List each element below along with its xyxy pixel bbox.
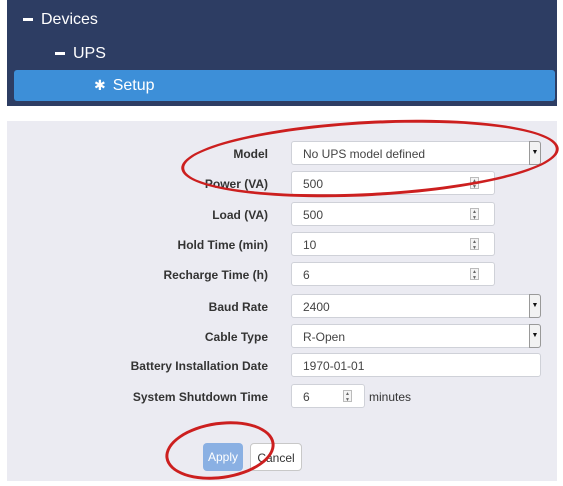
shutdown-time-label: System Shutdown Time	[132, 390, 268, 404]
cable-type-label: Cable Type	[204, 330, 268, 344]
model-label: Model	[233, 147, 268, 161]
recharge-time-input[interactable]: 6 ▲ ▼	[291, 262, 495, 286]
shutdown-time-unit: minutes	[369, 390, 412, 404]
baud-rate-label: Baud Rate	[208, 300, 268, 314]
spinner-icon[interactable]: ▲ ▼	[470, 208, 479, 221]
recharge-time-value: 6	[303, 268, 310, 282]
ups-setup-form: Model No UPS model defined ▼ Power (VA) …	[7, 121, 557, 481]
shutdown-time-input[interactable]: 6 ▲ ▼	[291, 384, 365, 408]
spinner-icon[interactable]: ▲ ▼	[470, 268, 479, 281]
baud-rate-select[interactable]: 2400 ▼	[291, 294, 541, 318]
minus-icon	[23, 18, 33, 21]
nav-item-ups-label: UPS	[73, 44, 106, 62]
battery-date-label: Battery Installation Date	[130, 359, 268, 373]
chevron-down-icon[interactable]: ▼	[529, 141, 541, 165]
nav-item-ups[interactable]: UPS	[7, 38, 557, 69]
hold-time-input[interactable]: 10 ▲ ▼	[291, 232, 495, 256]
model-select[interactable]: No UPS model defined ▼	[291, 141, 541, 165]
chevron-down-icon[interactable]: ▼	[529, 294, 541, 318]
chevron-down-icon[interactable]: ▼	[529, 324, 541, 348]
nav-item-setup-label: Setup	[112, 76, 155, 94]
spinner-icon[interactable]: ▲ ▼	[470, 238, 479, 251]
baud-rate-value: 2400	[303, 300, 330, 314]
battery-date-input[interactable]: 1970-01-01	[291, 353, 541, 377]
nav-item-devices[interactable]: Devices	[7, 4, 557, 35]
recharge-time-label: Recharge Time (h)	[163, 268, 268, 282]
cancel-button[interactable]: Cancel	[250, 443, 302, 471]
cable-type-select[interactable]: R-Open ▼	[291, 324, 541, 348]
spinner-icon[interactable]: ▲ ▼	[470, 177, 479, 190]
battery-date-value: 1970-01-01	[303, 359, 365, 373]
power-label: Power (VA)	[204, 177, 268, 191]
gear-icon: ✱	[94, 77, 106, 93]
power-input[interactable]: 500 ▲ ▼	[291, 171, 495, 195]
minus-icon	[55, 52, 65, 55]
apply-button[interactable]: Apply	[203, 443, 243, 471]
spinner-icon[interactable]: ▲ ▼	[343, 390, 352, 403]
load-label: Load (VA)	[212, 208, 268, 222]
shutdown-time-value: 6	[303, 390, 310, 404]
load-value: 500	[303, 208, 324, 222]
nav-item-setup[interactable]: ✱ Setup	[14, 70, 555, 101]
nav-item-devices-label: Devices	[41, 10, 98, 28]
load-input[interactable]: 500 ▲ ▼	[291, 202, 495, 226]
hold-time-label: Hold Time (min)	[177, 238, 268, 252]
cable-type-value: R-Open	[303, 330, 346, 344]
navigation-panel: Devices UPS ✱ Setup	[7, 0, 557, 106]
power-value: 500	[303, 177, 324, 191]
model-value: No UPS model defined	[303, 147, 426, 161]
hold-time-value: 10	[303, 238, 317, 252]
